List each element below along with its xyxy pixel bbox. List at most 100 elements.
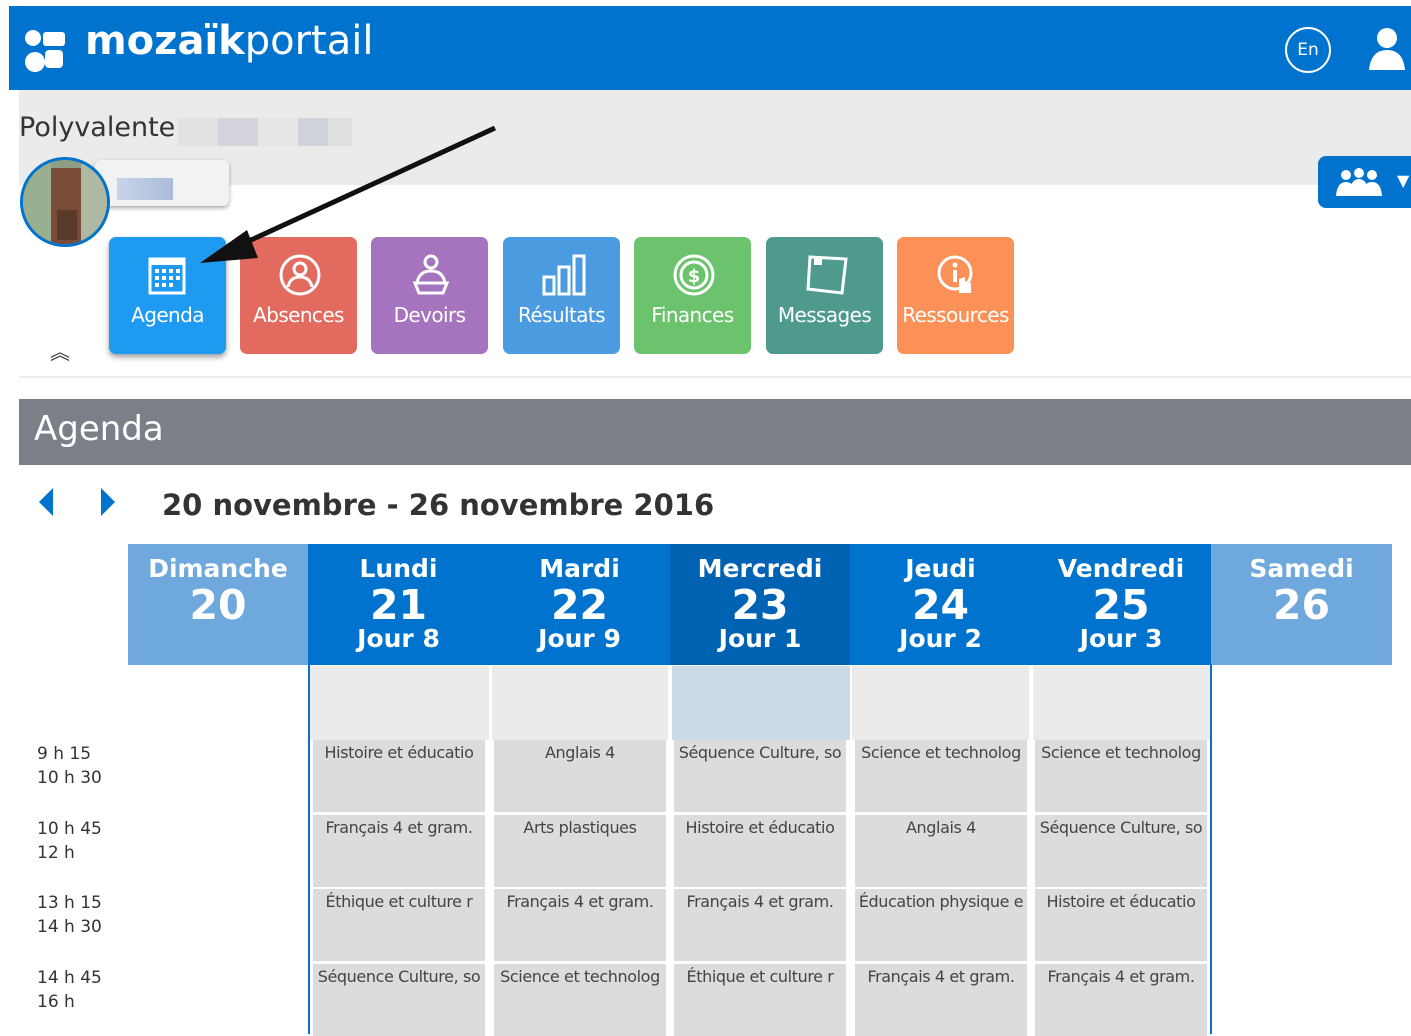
collapse-up-icon[interactable]: ︽	[50, 340, 78, 364]
tile-label: Ressources	[902, 303, 1009, 327]
period-time: 10 h 45 12 h	[37, 817, 102, 865]
course-cell[interactable]: Séquence Culture, so	[1035, 815, 1207, 887]
tile-finances[interactable]: $ Finances	[634, 237, 751, 354]
course-title: Éthique et culture r	[686, 967, 834, 986]
avatar[interactable]	[20, 157, 110, 247]
day-header-mardi[interactable]: Mardi 22 Jour 9	[489, 544, 670, 665]
course-cell[interactable]: Séquence Culture, so	[313, 964, 485, 1036]
course-cell[interactable]: Français 4 et gram.	[674, 889, 846, 961]
course-cell[interactable]: Science et technolog	[494, 964, 666, 1036]
tile-messages[interactable]: Messages	[766, 237, 883, 354]
student-selector[interactable]	[95, 160, 229, 206]
course-title: Science et technolog	[1041, 743, 1201, 762]
course-title: Science et technolog	[861, 743, 1021, 762]
course-cell[interactable]: Français 4 et gram.	[313, 815, 485, 887]
course-cell[interactable]: Histoire et éducatio	[1035, 889, 1207, 961]
top-navbar: mozaïkportail En	[9, 6, 1411, 90]
tile-resultats[interactable]: Résultats	[503, 237, 620, 354]
course-title: Français 4 et gram.	[1047, 967, 1195, 986]
tile-label: Résultats	[518, 303, 606, 327]
day-header-samedi[interactable]: Samedi 26	[1211, 544, 1392, 665]
course-title: Histoire et éducatio	[685, 818, 835, 837]
period-start: 13 h 15	[37, 893, 102, 913]
course-cell[interactable]: Français 4 et gram.	[855, 964, 1027, 1036]
course-cell[interactable]: Anglais 4	[855, 815, 1027, 887]
user-icon[interactable]	[1367, 24, 1411, 76]
course-title: Français 4 et gram.	[867, 967, 1015, 986]
logo-icon	[25, 30, 65, 72]
agenda-title: Agenda	[34, 409, 164, 449]
course-title: Science et technolog	[500, 967, 660, 986]
day-date: 20	[189, 581, 247, 629]
week-range: 20 novembre - 26 novembre 2016	[162, 488, 715, 522]
period-time: 9 h 15 10 h 30	[37, 742, 102, 790]
period-start: 14 h 45	[37, 968, 102, 988]
course-title: Français 4 et gram.	[325, 818, 473, 837]
tile-agenda[interactable]: Agenda	[109, 237, 226, 354]
day-name: Jeudi	[905, 554, 976, 583]
person-circle-icon	[279, 254, 321, 296]
day-cycle: Jour 8	[357, 624, 440, 653]
dollar-coin-icon: $	[673, 254, 715, 296]
course-cell[interactable]: Éthique et culture r	[674, 964, 846, 1036]
course-cell[interactable]: Éducation physique e	[855, 889, 1027, 961]
tile-ressources[interactable]: Ressources	[897, 237, 1014, 354]
day-name: Dimanche	[148, 554, 288, 583]
day-date: 22	[550, 581, 609, 629]
day-header-mercredi[interactable]: Mercredi 23 Jour 1	[670, 544, 850, 665]
course-cell[interactable]: Français 4 et gram.	[1035, 964, 1207, 1036]
group-icon	[1336, 168, 1382, 196]
calendar-icon	[148, 257, 186, 295]
period-start: 9 h 15	[37, 744, 92, 764]
course-cell[interactable]: Français 4 et gram.	[494, 889, 666, 961]
next-week-icon[interactable]	[98, 486, 118, 518]
course-cell[interactable]: Séquence Culture, so	[674, 740, 846, 812]
school-name: Polyvalente	[19, 112, 176, 143]
day-date: 25	[1092, 581, 1150, 629]
language-button[interactable]: En	[1285, 27, 1331, 73]
period-time: 13 h 15 14 h 30	[37, 891, 102, 939]
group-menu-button[interactable]: ▼	[1318, 156, 1411, 208]
student-desk-icon	[412, 254, 450, 295]
day-header-jeudi[interactable]: Jeudi 24 Jour 2	[850, 544, 1031, 665]
course-cell[interactable]: Science et technolog	[855, 740, 1027, 812]
brand-logo[interactable]: mozaïkportail	[85, 16, 373, 66]
course-cell[interactable]: Science et technolog	[1035, 740, 1207, 812]
course-title: Anglais 4	[906, 818, 976, 837]
tile-absences[interactable]: Absences	[240, 237, 357, 354]
tile-label: Agenda	[131, 303, 204, 327]
day-date: 26	[1272, 581, 1331, 629]
course-cell[interactable]: Histoire et éducatio	[674, 815, 846, 887]
course-title: Français 4 et gram.	[686, 892, 834, 911]
course-cell[interactable]: Arts plastiques	[494, 815, 666, 887]
tile-label: Messages	[777, 303, 872, 327]
period-end: 14 h 30	[37, 917, 102, 937]
previous-week-icon[interactable]	[36, 486, 56, 518]
tile-label: Devoirs	[393, 303, 466, 327]
tile-label: Finances	[651, 303, 734, 327]
day-header-vendredi[interactable]: Vendredi 25 Jour 3	[1031, 544, 1211, 665]
day-header-lundi[interactable]: Lundi 21 Jour 8	[308, 544, 489, 665]
course-cell[interactable]: Anglais 4	[494, 740, 666, 812]
period-start: 10 h 45	[37, 819, 102, 839]
course-title: Histoire et éducatio	[324, 743, 474, 762]
period-end: 12 h	[37, 843, 75, 863]
course-title: Français 4 et gram.	[506, 892, 654, 911]
course-cell[interactable]: Éthique et culture r	[313, 889, 485, 961]
course-title: Histoire et éducatio	[1046, 892, 1196, 911]
note-icon	[806, 255, 848, 295]
course-cell[interactable]: Histoire et éducatio	[313, 740, 485, 812]
brand-light: portail	[244, 18, 374, 64]
day-name: Mercredi	[697, 554, 823, 583]
tile-devoirs[interactable]: Devoirs	[371, 237, 488, 354]
course-title: Éducation physique e	[858, 892, 1024, 911]
course-title: Anglais 4	[545, 743, 615, 762]
day-name: Lundi	[359, 554, 438, 583]
day-name: Mardi	[539, 554, 620, 583]
course-title: Séquence Culture, so	[678, 743, 842, 762]
day-header-dimanche[interactable]: Dimanche 20	[128, 544, 308, 665]
day-cycle: Jour 1	[718, 624, 802, 653]
agenda-header-bar	[19, 399, 1411, 465]
day-date: 23	[731, 581, 789, 629]
day-name: Samedi	[1249, 554, 1354, 583]
